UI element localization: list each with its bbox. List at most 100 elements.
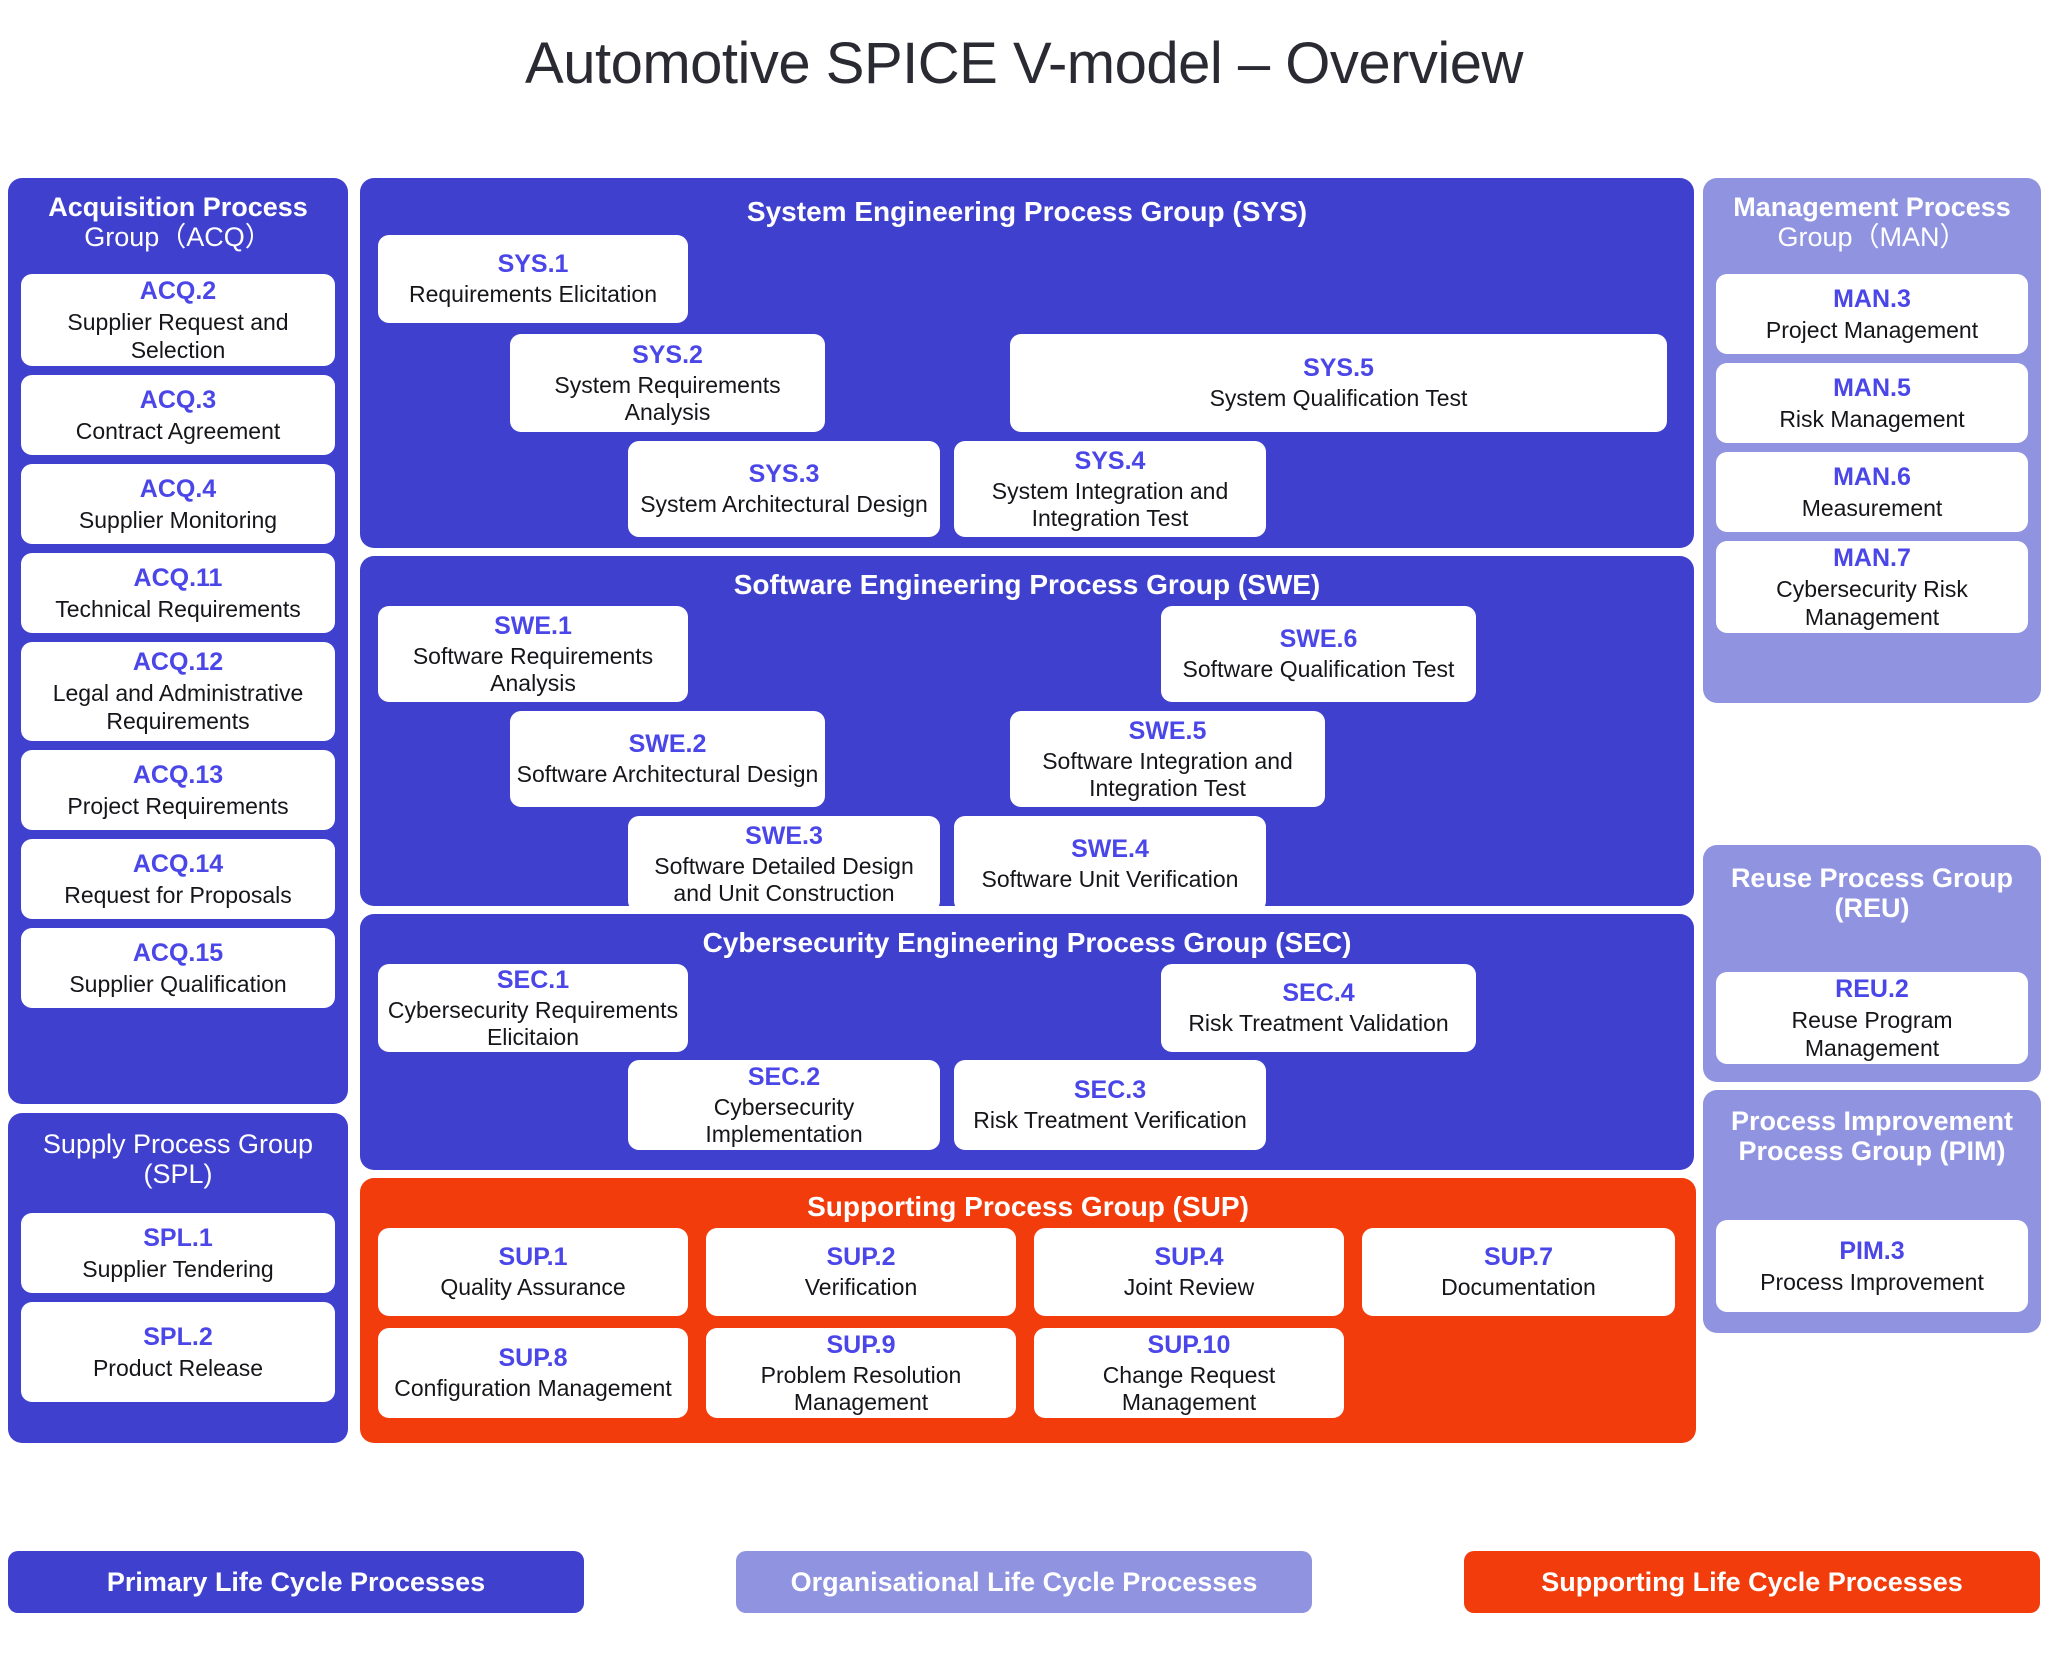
process-card-swe-3[interactable]: SWE.3 Software Detailed Design and Unit … [628,816,940,912]
process-code: SUP.9 [826,1330,896,1359]
legend-label: Primary Life Cycle Processes [106,1566,486,1597]
process-code: ACQ.13 [132,760,224,789]
swe-group-title: Software Engineering Process Group (SWE) [733,569,1321,600]
man-card-stack: MAN.3 Project Management MAN.5 Risk Mana… [1703,274,2041,642]
process-name: Software Detailed Design and Unit Constr… [654,852,914,906]
process-card-spl-2[interactable]: SPL.2 Product Release [21,1302,335,1402]
process-card-man-3[interactable]: MAN.3 Project Management [1716,274,2028,354]
process-name: Joint Review [1123,1274,1255,1301]
process-code: ACQ.4 [139,474,217,503]
process-card-swe-5[interactable]: SWE.5 Software Integration and Integrati… [1010,711,1325,807]
man-group-title-line2: Group（MAN） [1777,222,1967,253]
process-name: Project Management [1765,316,1979,343]
process-code: MAN.3 [1833,284,1911,313]
process-name: Change Request Management [1102,1361,1276,1415]
process-card-sup-9[interactable]: SUP.9 Problem Resolution Management [706,1328,1016,1418]
process-code: ACQ.3 [139,385,217,414]
acq-group-title-line2: Group（ACQ） [84,222,272,253]
reu-group-title-line2: (REU) [1834,893,1910,924]
process-name: Problem Resolution Management [760,1361,962,1415]
process-card-sup-8[interactable]: SUP.8 Configuration Management [378,1328,688,1418]
process-name: Verification [804,1274,918,1301]
process-card-sup-7[interactable]: SUP.7 Documentation [1362,1228,1675,1316]
process-code: SWE.3 [745,821,823,850]
process-name: Request for Proposals [64,881,292,908]
process-card-acq-15[interactable]: ACQ.15 Supplier Qualification [21,928,335,1008]
process-card-swe-4[interactable]: SWE.4 Software Unit Verification [954,816,1266,912]
process-card-sys-3[interactable]: SYS.3 System Architectural Design [628,441,940,537]
process-name: Software Architectural Design [516,761,819,788]
panel-acquisition-process-group: Acquisition Process Group（ACQ） ACQ.2 Sup… [8,178,348,1104]
process-card-sec-4[interactable]: SEC.4 Risk Treatment Validation [1161,964,1476,1052]
process-card-acq-3[interactable]: ACQ.3 Contract Agreement [21,375,335,455]
process-name: Process Improvement [1760,1268,1984,1295]
process-name: Contract Agreement [75,417,281,444]
panel-management-process-group: Management Process Group（MAN） MAN.3 Proj… [1703,178,2041,703]
process-card-acq-11[interactable]: ACQ.11 Technical Requirements [21,553,335,633]
process-name: Quality Assurance [440,1274,626,1301]
pim-group-title-line1: Process Improvement [1730,1106,2014,1136]
process-card-sec-3[interactable]: SEC.3 Risk Treatment Verification [954,1060,1266,1150]
process-name: Supplier Monitoring [78,506,278,533]
process-name: Requirements Elicitation [408,281,657,308]
process-code: SWE.6 [1279,625,1358,654]
process-name: Risk Treatment Validation [1188,1010,1449,1037]
process-card-sys-1[interactable]: SYS.1 Requirements Elicitation [378,235,688,323]
process-name: Configuration Management [394,1375,672,1402]
process-card-sys-4[interactable]: SYS.4 System Integration and Integration… [954,441,1266,537]
process-card-swe-1[interactable]: SWE.1 Software Requirements Analysis [378,606,688,702]
process-name: Legal and Administrative Requirements [52,680,304,734]
process-card-spl-1[interactable]: SPL.1 Supplier Tendering [21,1213,335,1293]
process-card-acq-12[interactable]: ACQ.12 Legal and Administrative Requirem… [21,642,335,741]
page-title: Automotive SPICE V-model – Overview [525,31,1523,96]
process-code: MAN.7 [1833,543,1911,572]
process-name: Supplier Request and Selection [67,308,289,363]
process-code: SYS.5 [1303,354,1374,383]
process-card-pim-3[interactable]: PIM.3 Process Improvement [1716,1220,2028,1312]
process-card-acq-4[interactable]: ACQ.4 Supplier Monitoring [21,464,335,544]
process-code: SUP.2 [826,1243,896,1272]
panel-process-improvement-process-group: Process Improvement Process Group (PIM) … [1703,1090,2041,1333]
process-name: Risk Treatment Verification [973,1107,1247,1134]
process-code: SYS.4 [1074,446,1146,475]
process-code: SUP.7 [1483,1243,1554,1272]
legend-supporting-life-cycle-processes: Supporting Life Cycle Processes [1464,1551,2040,1613]
process-name: Technical Requirements [55,595,301,622]
process-card-sys-5[interactable]: SYS.5 System Qualification Test [1010,334,1667,432]
process-card-acq-2[interactable]: ACQ.2 Supplier Request and Selection [21,274,335,366]
process-code: ACQ.14 [132,849,224,878]
process-code: SWE.2 [628,730,707,759]
process-card-man-6[interactable]: MAN.6 Measurement [1716,452,2028,532]
process-card-sec-2[interactable]: SEC.2 Cybersecurity Implementation [628,1060,940,1150]
process-code: MAN.6 [1833,462,1911,491]
panel-reuse-process-group: Reuse Process Group (REU) REU.2 Reuse Pr… [1703,845,2041,1082]
process-name: Project Requirements [67,792,289,819]
process-code: PIM.3 [1839,1236,1905,1265]
process-code: SUP.1 [498,1243,568,1272]
panel-supply-process-group: Supply Process Group (SPL) SPL.1 Supplie… [8,1113,348,1443]
process-card-sup-2[interactable]: SUP.2 Verification [706,1228,1016,1316]
process-card-man-7[interactable]: MAN.7 Cybersecurity Risk Management [1716,541,2028,633]
process-code: SWE.5 [1128,716,1207,745]
process-card-reu-2[interactable]: REU.2 Reuse Program Management [1716,972,2028,1064]
reu-group-title-line1: Reuse Process Group [1730,863,2014,893]
process-card-acq-14[interactable]: ACQ.14 Request for Proposals [21,839,335,919]
process-name: System Architectural Design [640,491,928,518]
process-name: System Integration and Integration Test [991,477,1229,531]
process-card-swe-2[interactable]: SWE.2 Software Architectural Design [510,711,825,807]
process-card-man-5[interactable]: MAN.5 Risk Management [1716,363,2028,443]
process-name: Supplier Tendering [82,1255,274,1282]
process-name: Software Requirements Analysis [412,642,654,696]
process-card-acq-13[interactable]: ACQ.13 Project Requirements [21,750,335,830]
process-card-sup-4[interactable]: SUP.4 Joint Review [1034,1228,1344,1316]
process-code: SEC.1 [496,965,570,994]
process-card-sup-10[interactable]: SUP.10 Change Request Management [1034,1328,1344,1418]
process-name: Software Unit Verification [981,866,1239,893]
process-card-swe-6[interactable]: SWE.6 Software Qualification Test [1161,606,1476,702]
process-card-sys-2[interactable]: SYS.2 System Requirements Analysis [510,334,825,432]
process-name: Software Qualification Test [1182,656,1455,683]
process-card-sup-1[interactable]: SUP.1 Quality Assurance [378,1228,688,1316]
process-code: ACQ.15 [132,938,224,967]
panel-cybersecurity-engineering-process-group: Cybersecurity Engineering Process Group … [360,914,1694,1170]
process-card-sec-1[interactable]: SEC.1 Cybersecurity Requirements Elicita… [378,964,688,1052]
